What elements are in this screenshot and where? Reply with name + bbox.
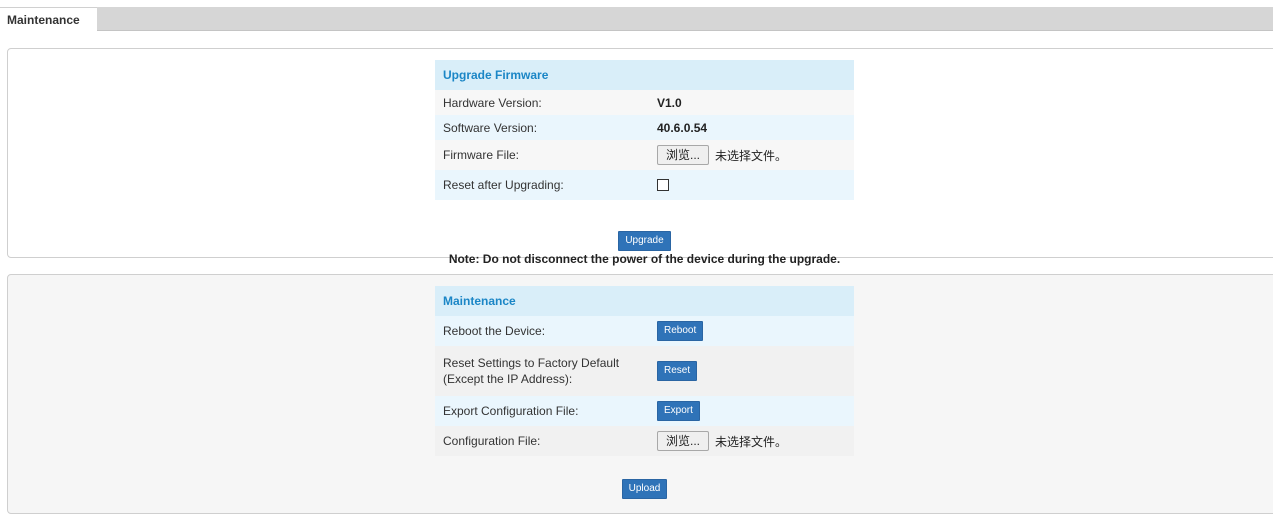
maintenance-section: Maintenance Reboot the Device: Reboot Re…: [435, 286, 854, 499]
firmware-browse-button[interactable]: 浏览...: [657, 145, 710, 165]
hardware-version-label: Hardware Version:: [443, 95, 542, 110]
factory-reset-label: Reset Settings to Factory Default (Excep…: [443, 346, 619, 396]
config-file-row: Configuration File: 浏览... 未选择文件。: [435, 426, 854, 456]
reset-after-upgrading-field: [657, 170, 669, 200]
config-file-label: Configuration File:: [443, 434, 541, 448]
reboot-field: Reboot: [657, 316, 704, 346]
upgrade-firmware-panel: Upgrade Firmware Hardware Version: V1.0 …: [7, 48, 1273, 266]
factory-reset-label-line2: (Except the IP Address):: [443, 372, 573, 386]
reboot-label: Reboot the Device:: [443, 324, 546, 338]
export-config-field: Export: [657, 396, 700, 426]
export-config-row: Export Configuration File: Export: [435, 396, 854, 426]
reset-after-upgrading-checkbox[interactable]: [657, 179, 669, 191]
firmware-file-status: 未选择文件。: [715, 148, 788, 163]
factory-reset-row: Reset Settings to Factory Default (Excep…: [435, 346, 854, 396]
software-version-label: Software Version:: [443, 120, 538, 135]
hardware-version-row: Hardware Version: V1.0: [435, 90, 854, 115]
maintenance-title: Maintenance: [435, 286, 854, 316]
reset-after-upgrading-row: Reset after Upgrading:: [435, 170, 854, 200]
factory-reset-label-line1: Reset Settings to Factory Default: [443, 356, 620, 370]
upgrade-firmware-section: Upgrade Firmware Hardware Version: V1.0 …: [435, 60, 854, 266]
maintenance-panel: Maintenance Reboot the Device: Reboot Re…: [7, 274, 1273, 514]
reset-after-upgrading-label: Reset after Upgrading:: [443, 178, 564, 192]
reboot-button[interactable]: Reboot: [657, 321, 704, 341]
reset-button[interactable]: Reset: [657, 361, 698, 381]
tab-maintenance[interactable]: Maintenance: [0, 7, 97, 32]
hardware-version-value: V1.0: [657, 95, 682, 110]
export-config-label: Export Configuration File:: [443, 404, 579, 418]
upgrade-firmware-title: Upgrade Firmware: [435, 60, 854, 90]
firmware-file-row: Firmware File: 浏览... 未选择文件。: [435, 140, 854, 170]
export-button[interactable]: Export: [657, 401, 700, 421]
upload-button-wrap: Upload: [435, 479, 854, 499]
upgrade-note: Note: Do not disconnect the power of the…: [448, 252, 841, 266]
tab-strip: [97, 7, 1273, 31]
config-file-picker: 浏览... 未选择文件。: [657, 426, 787, 456]
factory-reset-field: Reset: [657, 346, 698, 396]
software-version-row: Software Version: 40.6.0.54: [435, 115, 854, 140]
config-browse-button[interactable]: 浏览...: [657, 431, 710, 451]
upgrade-button-wrap: Upgrade: [435, 231, 854, 251]
reboot-row: Reboot the Device: Reboot: [435, 316, 854, 346]
config-file-status: 未选择文件。: [715, 434, 788, 449]
firmware-file-label: Firmware File:: [443, 148, 520, 162]
firmware-file-picker: 浏览... 未选择文件。: [657, 140, 787, 170]
software-version-value: 40.6.0.54: [657, 120, 708, 135]
tab-bar: Maintenance: [0, 0, 1273, 32]
upload-button[interactable]: Upload: [621, 479, 668, 499]
upgrade-button[interactable]: Upgrade: [618, 231, 671, 251]
